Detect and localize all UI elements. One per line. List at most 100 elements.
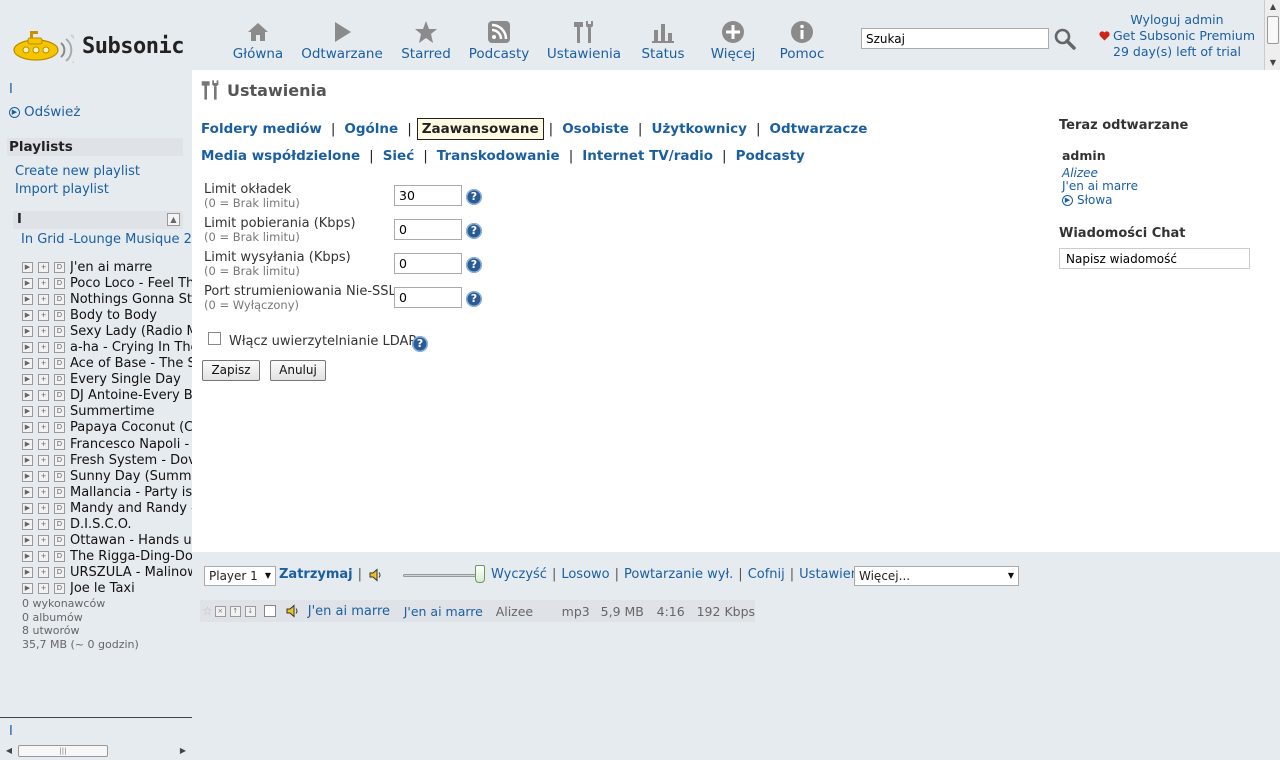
playlist-name-link[interactable]: In Grid -Lounge Musique 2007 [21, 232, 192, 247]
track-title[interactable]: Fresh System - Dove [70, 453, 192, 468]
add-track-icon[interactable]: + [38, 535, 49, 547]
premium-link[interactable]: Get Subsonic Premium [1113, 28, 1255, 44]
lyrics-link[interactable]: ▶ Słowa [1062, 193, 1113, 207]
download-track-icon[interactable]: D [54, 261, 65, 273]
index-letter-bottom[interactable]: I [9, 724, 13, 739]
download-track-icon[interactable]: D [54, 390, 65, 402]
scroll-right-icon[interactable]: ▶ [178, 744, 188, 758]
add-track-icon[interactable]: + [38, 342, 49, 354]
tab-users[interactable]: Użytkownicy [651, 121, 746, 137]
logout-link[interactable]: Wyloguj admin [1097, 12, 1257, 28]
import-playlist-link[interactable]: Import playlist [15, 182, 109, 197]
download-track-icon[interactable]: D [54, 374, 65, 386]
add-track-icon[interactable]: + [38, 486, 49, 498]
add-track-icon[interactable]: + [38, 325, 49, 337]
create-playlist-link[interactable]: Create new playlist [15, 164, 140, 179]
add-track-icon[interactable]: + [38, 277, 49, 289]
nav-podcasts[interactable]: Podcasty [468, 20, 530, 62]
search-button[interactable] [1053, 27, 1077, 51]
download-track-icon[interactable]: D [54, 293, 65, 305]
help-icon[interactable]: ? [466, 291, 482, 307]
tab-personal[interactable]: Osobiste [562, 121, 629, 137]
speaker-icon[interactable] [369, 567, 383, 582]
nav-now-playing[interactable]: Odtwarzane [301, 20, 383, 62]
download-track-icon[interactable]: D [54, 309, 65, 321]
move-up-icon[interactable]: ↑ [229, 605, 241, 617]
nav-more[interactable]: Więcej [708, 20, 758, 62]
tab-advanced[interactable]: Zaawansowane [416, 118, 544, 140]
play-track-icon[interactable]: ▶ [22, 358, 33, 370]
download-track-icon[interactable]: D [54, 470, 65, 482]
player-select[interactable]: Player 1 ▼ [204, 566, 276, 586]
track-title[interactable]: Summertime [70, 404, 155, 419]
play-track-icon[interactable]: ▶ [22, 406, 33, 418]
sidebar-horizontal-scrollbar[interactable]: ◀ ||| ▶ [4, 744, 188, 758]
nav-home[interactable]: Główna [232, 20, 284, 62]
play-track-icon[interactable]: ▶ [22, 470, 33, 482]
download-track-icon[interactable]: D [54, 519, 65, 531]
ldap-checkbox[interactable] [208, 332, 221, 345]
download-track-icon[interactable]: D [54, 277, 65, 289]
add-track-icon[interactable]: + [38, 293, 49, 305]
track-title[interactable]: Joe le Taxi [70, 581, 135, 596]
nav-help[interactable]: Pomoc [778, 20, 826, 62]
clear-button[interactable]: Wyczyść [491, 567, 547, 582]
repeat-button[interactable]: Powtarzanie wył. [624, 567, 733, 582]
play-track-icon[interactable]: ▶ [22, 309, 33, 321]
nav-starred[interactable]: Starred [400, 20, 452, 62]
tab-media-folders[interactable]: Foldery mediów [201, 121, 322, 137]
cancel-button[interactable]: Anuluj [270, 360, 326, 381]
search-input[interactable] [861, 28, 1049, 49]
download-track-icon[interactable]: D [54, 438, 65, 450]
now-playing-artist-link[interactable]: Alizee [1062, 166, 1098, 180]
download-track-icon[interactable]: D [54, 342, 65, 354]
add-track-icon[interactable]: + [38, 309, 49, 321]
play-track-icon[interactable]: ▶ [22, 293, 33, 305]
download-track-icon[interactable]: D [54, 358, 65, 370]
tab-podcasts[interactable]: Podcasty [736, 148, 805, 164]
help-icon[interactable]: ? [466, 257, 482, 273]
track-title[interactable]: a-ha - Crying In The [70, 340, 192, 355]
queue-track-title[interactable]: J'en ai marre [308, 604, 404, 619]
track-title[interactable]: DJ Antoine-Every Breath [70, 388, 192, 403]
upload-limit-input[interactable] [394, 253, 462, 274]
track-title[interactable]: URSZULA - Malinowy [70, 565, 192, 580]
play-track-icon[interactable]: ▶ [22, 261, 33, 273]
shuffle-button[interactable]: Losowo [561, 567, 609, 582]
scroll-up-icon[interactable]: ▲ [1265, 0, 1280, 14]
help-icon[interactable]: ? [466, 189, 482, 205]
play-track-icon[interactable]: ▶ [22, 583, 33, 595]
download-track-icon[interactable]: D [54, 325, 65, 337]
play-track-icon[interactable]: ▶ [22, 277, 33, 289]
window-scrollbar[interactable]: ▲ ▼ [1264, 0, 1280, 70]
add-track-icon[interactable]: + [38, 567, 49, 579]
download-track-icon[interactable]: D [54, 486, 65, 498]
play-track-icon[interactable]: ▶ [22, 390, 33, 402]
track-title[interactable]: Poco Loco - Feel The [70, 276, 192, 291]
queue-track-album[interactable]: J'en ai marre [404, 604, 496, 619]
play-track-icon[interactable]: ▶ [22, 325, 33, 337]
scroll-thumb[interactable] [1267, 16, 1279, 44]
volume-knob[interactable] [475, 564, 486, 583]
add-track-icon[interactable]: + [38, 422, 49, 434]
add-track-icon[interactable]: + [38, 261, 49, 273]
play-track-icon[interactable]: ▶ [22, 486, 33, 498]
track-title[interactable]: Mandy and Randy - [70, 501, 192, 516]
remove-track-icon[interactable]: × [214, 605, 226, 617]
track-title[interactable]: Ace of Base - The Sign [70, 356, 192, 371]
nav-settings[interactable]: Ustawienia [546, 20, 622, 62]
tab-shared-media[interactable]: Media współdzielone [201, 148, 360, 164]
volume-slider[interactable] [403, 564, 486, 583]
play-track-icon[interactable]: ▶ [22, 422, 33, 434]
track-title[interactable]: Francesco Napoli - Balla [70, 437, 192, 452]
index-letter-top[interactable]: I [9, 82, 13, 97]
nav-status[interactable]: Status [638, 20, 688, 62]
add-track-icon[interactable]: + [38, 502, 49, 514]
help-icon[interactable]: ? [412, 336, 428, 352]
non-ssl-port-input[interactable] [394, 287, 462, 308]
add-track-icon[interactable]: + [38, 583, 49, 595]
add-track-icon[interactable]: + [38, 454, 49, 466]
cover-limit-input[interactable] [394, 185, 462, 206]
add-track-icon[interactable]: + [38, 551, 49, 563]
play-track-icon[interactable]: ▶ [22, 551, 33, 563]
